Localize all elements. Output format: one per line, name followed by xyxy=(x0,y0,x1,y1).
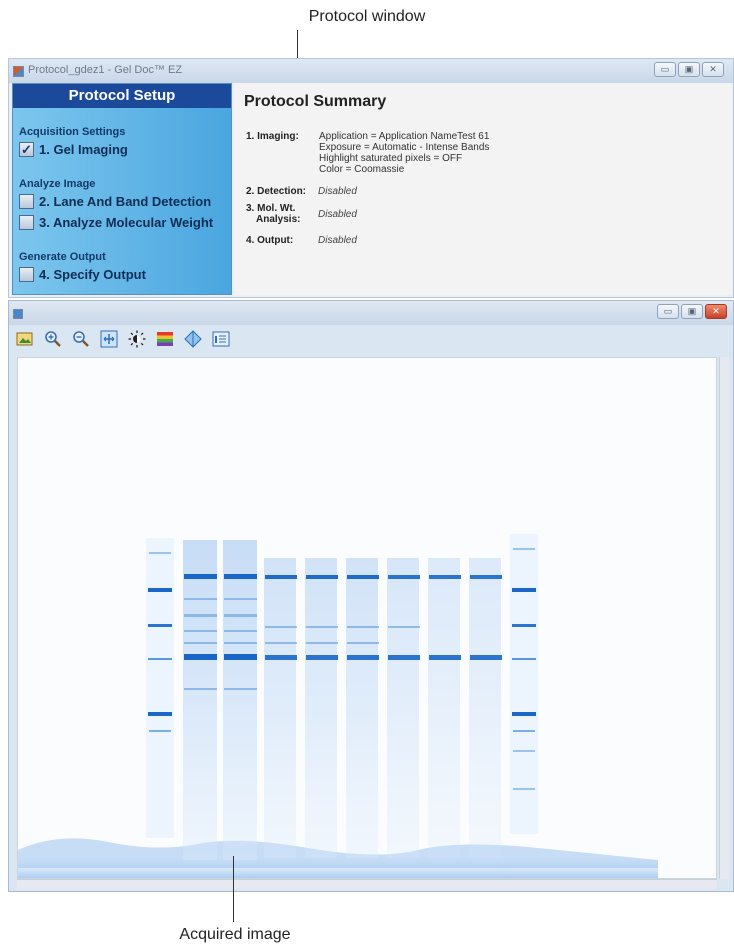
sample-band xyxy=(347,575,379,579)
summary-detection-value: Disabled xyxy=(318,186,357,197)
maximize-button[interactable]: ▣ xyxy=(678,62,700,77)
protocol-window-titlebar[interactable]: Protocol_gdez1 - Gel Doc™ EZ ▭ ▣ ✕ xyxy=(9,59,733,83)
sample-band xyxy=(184,574,217,579)
vertical-scrollbar[interactable] xyxy=(719,357,729,879)
sample-band xyxy=(470,575,502,579)
gel-image xyxy=(18,358,716,878)
protocol-summary-panel: Protocol Summary 1. Imaging: Application… xyxy=(234,83,732,295)
ladder-band xyxy=(148,624,172,627)
lane-band-detection-checkbox[interactable] xyxy=(19,194,34,209)
zoom-in-icon[interactable] xyxy=(43,329,63,349)
gel-imaging-label: 1. Gel Imaging xyxy=(39,142,128,157)
lane-band-detection-label: 2. Lane And Band Detection xyxy=(39,194,212,209)
summary-imaging-line-2: Exposure = Automatic - Intense Bands xyxy=(319,142,490,153)
3d-view-icon[interactable] xyxy=(183,329,203,349)
specify-output-label: 4. Specify Output xyxy=(39,267,146,282)
summary-molwt-key-line-1: 3. Mol. Wt. xyxy=(246,203,296,214)
fit-to-window-icon[interactable] xyxy=(99,329,119,349)
protocol-setup-header: Protocol Setup xyxy=(13,84,231,108)
sample-band xyxy=(306,575,338,579)
acquisition-settings-label: Acquisition Settings xyxy=(19,126,126,138)
sample-band xyxy=(306,655,338,660)
image-close-button[interactable]: ✕ xyxy=(705,304,727,319)
acquired-image-canvas[interactable] xyxy=(17,357,717,879)
gel-imaging-checkbox[interactable]: ✓ xyxy=(19,142,34,157)
summary-molwt-key-line-2: Analysis: xyxy=(256,214,301,225)
ladder-lane-right xyxy=(510,534,538,834)
ladder-band xyxy=(513,788,535,790)
specify-output-checkbox[interactable] xyxy=(19,267,34,282)
ladder-band xyxy=(148,658,172,660)
summary-detection-row: 2. Detection: Disabled xyxy=(246,186,716,198)
image-toolbar xyxy=(15,329,231,349)
step-analyze-molecular-weight[interactable]: 3. Analyze Molecular Weight xyxy=(19,215,213,230)
step-gel-imaging[interactable]: ✓ 1. Gel Imaging xyxy=(19,142,128,157)
sample-band xyxy=(265,655,297,660)
ladder-band xyxy=(512,588,536,592)
ladder-band xyxy=(149,730,171,732)
acquired-image-leader-line xyxy=(233,856,234,922)
ladder-band xyxy=(512,658,536,660)
summary-imaging-line-1: Application = Application NameTest 61 xyxy=(319,131,490,142)
protocol-window-callout: Protocol window xyxy=(308,8,426,25)
sample-band xyxy=(429,575,461,579)
summary-imaging-line-3: Highlight saturated pixels = OFF xyxy=(319,153,463,164)
molecular-weight-checkbox[interactable] xyxy=(19,215,34,230)
protocol-window: Protocol_gdez1 - Gel Doc™ EZ ▭ ▣ ✕ Proto… xyxy=(8,58,734,298)
minimize-button[interactable]: ▭ xyxy=(654,62,676,77)
image-window-icon xyxy=(13,309,23,319)
ladder-band xyxy=(513,730,535,732)
protocol-setup-panel: Protocol Setup Acquisition Settings ✓ 1.… xyxy=(12,83,232,295)
info-icon[interactable] xyxy=(211,329,231,349)
image-window: ▭ ▣ ✕ xyxy=(8,300,734,892)
ladder-band xyxy=(148,588,172,592)
step-lane-band-detection[interactable]: 2. Lane And Band Detection xyxy=(19,194,211,209)
image-settings-icon[interactable] xyxy=(15,329,35,349)
summary-molwt-value: Disabled xyxy=(318,209,357,220)
ladder-band xyxy=(149,552,171,554)
horizontal-scrollbar[interactable] xyxy=(17,879,717,889)
summary-imaging-row: 1. Imaging: Application = Application Na… xyxy=(246,131,716,179)
sample-band xyxy=(224,654,257,660)
protocol-summary-title: Protocol Summary xyxy=(244,93,387,110)
app-icon xyxy=(13,66,24,77)
sample-band xyxy=(265,575,297,579)
color-palette-icon[interactable] xyxy=(155,329,175,349)
sample-band xyxy=(347,655,379,660)
sample-band xyxy=(224,574,257,579)
ladder-band xyxy=(512,624,536,627)
summary-output-key: 4. Output: xyxy=(246,235,294,246)
ladder-band xyxy=(513,750,535,752)
step-specify-output[interactable]: 4. Specify Output xyxy=(19,267,146,282)
analyze-molecular-weight-label: 3. Analyze Molecular Weight xyxy=(39,215,214,230)
ladder-band xyxy=(148,712,172,716)
sample-band xyxy=(184,654,217,660)
protocol-window-title: Protocol_gdez1 - Gel Doc™ EZ xyxy=(28,64,183,76)
summary-imaging-line-4: Color = Coomassie xyxy=(319,164,405,175)
zoom-out-icon[interactable] xyxy=(71,329,91,349)
summary-detection-key: 2. Detection: xyxy=(246,186,307,197)
sample-band xyxy=(388,575,420,579)
close-button[interactable]: ✕ xyxy=(702,62,724,77)
analyze-image-label: Analyze Image xyxy=(19,178,96,190)
summary-output-value: Disabled xyxy=(318,235,357,246)
sample-band xyxy=(388,655,420,660)
ladder-band xyxy=(512,712,536,716)
ladder-lane-left xyxy=(146,538,174,838)
sample-band xyxy=(470,655,502,660)
image-minimize-button[interactable]: ▭ xyxy=(657,304,679,319)
summary-imaging-key: 1. Imaging: xyxy=(246,131,299,142)
image-maximize-button[interactable]: ▣ xyxy=(681,304,703,319)
generate-output-label: Generate Output xyxy=(19,251,106,263)
summary-molwt-row: 3. Mol. Wt. Analysis: Disabled xyxy=(246,203,716,227)
image-window-titlebar[interactable]: ▭ ▣ ✕ xyxy=(9,301,733,325)
summary-output-row: 4. Output: Disabled xyxy=(246,235,716,247)
brightness-icon[interactable] xyxy=(127,329,147,349)
ladder-band xyxy=(513,548,535,550)
sample-band xyxy=(429,655,461,660)
acquired-image-callout: Acquired image xyxy=(179,926,291,943)
